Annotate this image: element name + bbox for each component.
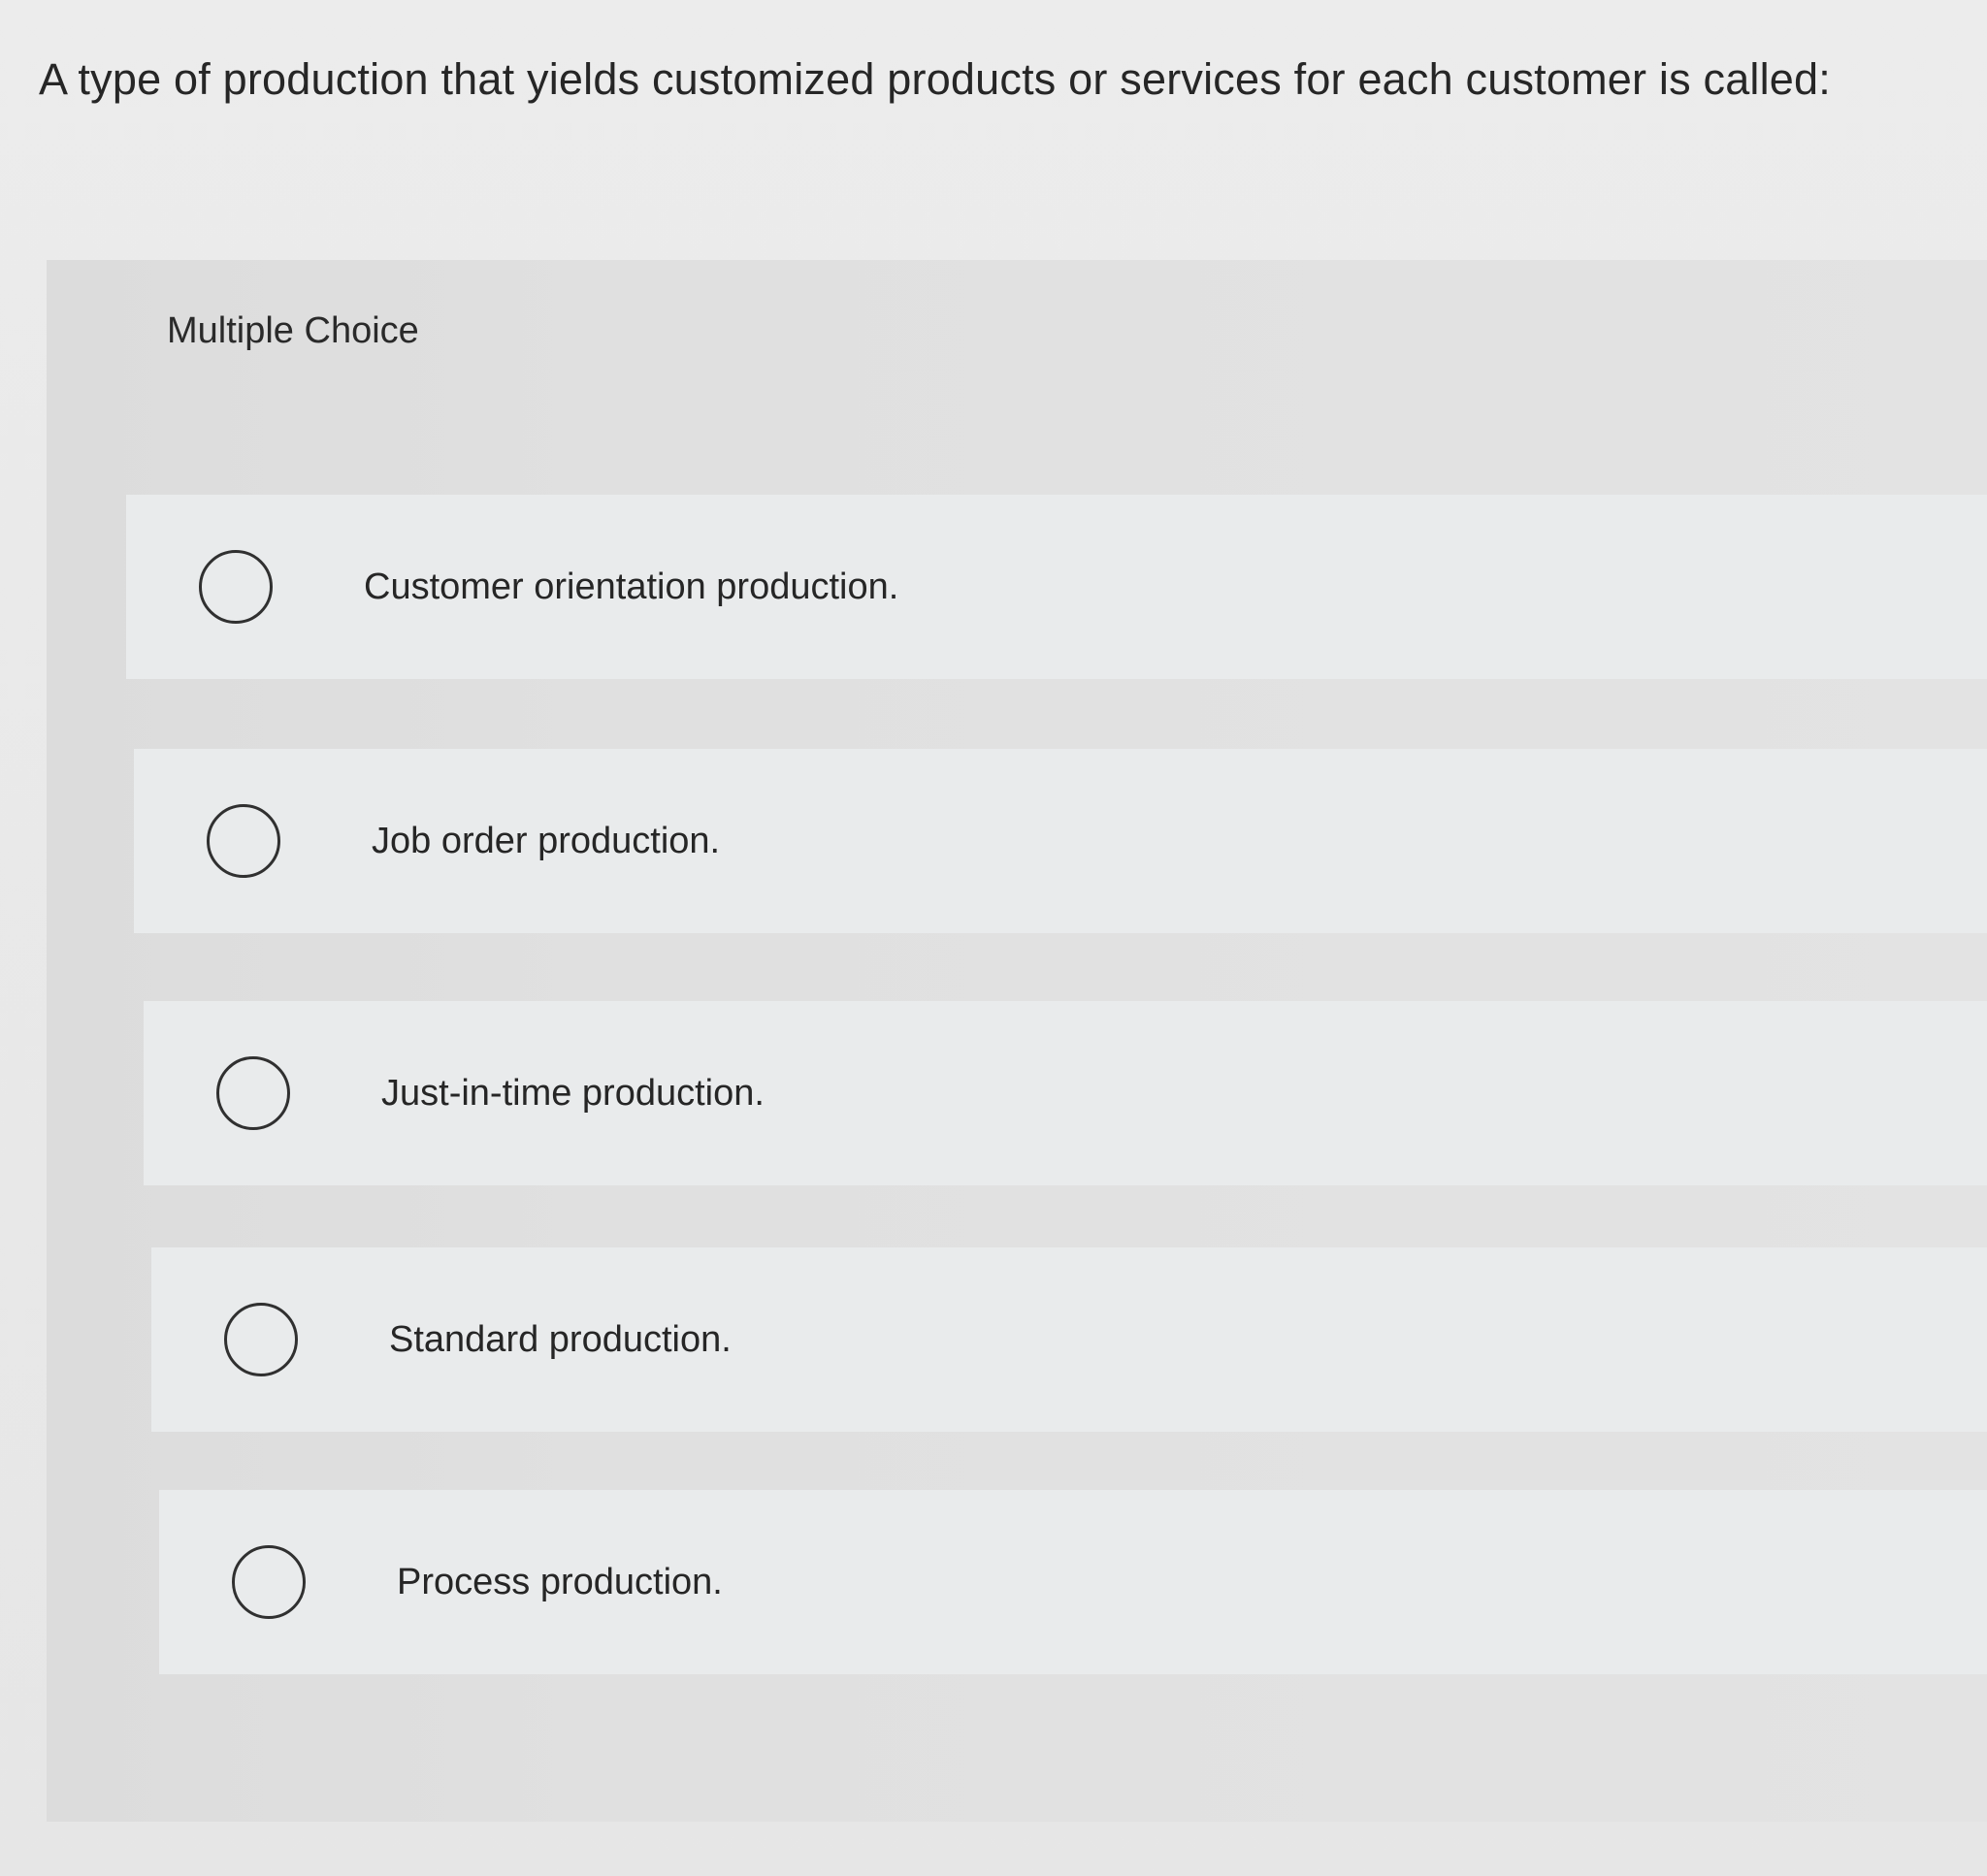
answer-option-label: Standard production. xyxy=(389,1319,732,1360)
radio-button-icon[interactable] xyxy=(224,1303,298,1376)
answer-option-2[interactable]: Job order production. xyxy=(134,749,1987,933)
answer-option-label: Just-in-time production. xyxy=(381,1073,765,1114)
question-type-label: Multiple Choice xyxy=(167,310,419,351)
answer-option-label: Customer orientation production. xyxy=(364,566,899,607)
answer-option-5[interactable]: Process production. xyxy=(159,1490,1987,1674)
answer-option-1[interactable]: Customer orientation production. xyxy=(126,495,1987,679)
radio-button-icon[interactable] xyxy=(232,1545,306,1619)
radio-button-icon[interactable] xyxy=(199,550,273,624)
answer-option-4[interactable]: Standard production. xyxy=(151,1247,1987,1432)
answer-option-label: Process production. xyxy=(397,1562,723,1602)
question-text: A type of production that yields customi… xyxy=(39,54,1831,104)
answer-option-label: Job order production. xyxy=(372,821,721,861)
radio-button-icon[interactable] xyxy=(207,804,280,878)
answer-option-3[interactable]: Just-in-time production. xyxy=(144,1001,1987,1185)
radio-button-icon[interactable] xyxy=(216,1056,290,1130)
